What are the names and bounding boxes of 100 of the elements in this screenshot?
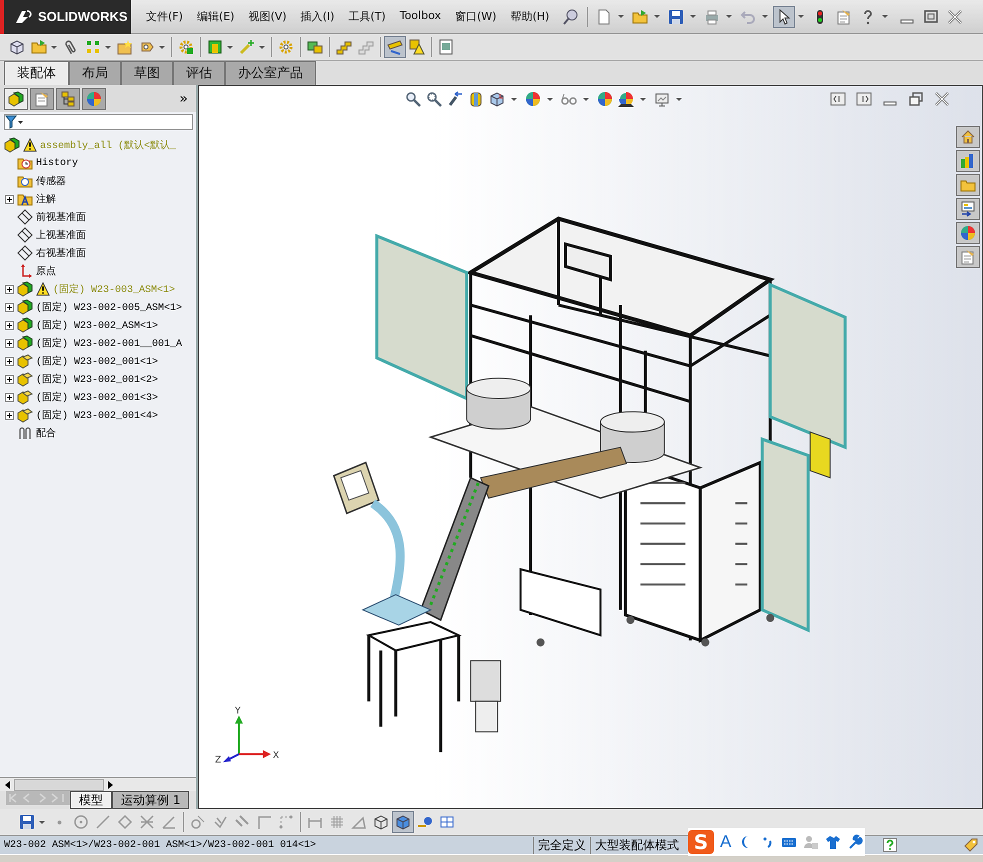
tree-item[interactable]: 注解 xyxy=(36,192,56,206)
close-icon[interactable] xyxy=(947,8,964,24)
dropdown-caret-icon[interactable] xyxy=(726,15,732,18)
scroll-right-arrow-icon[interactable] xyxy=(106,780,114,788)
tree-item[interactable]: 前视基准面 xyxy=(36,210,86,224)
dropdown-caret-icon[interactable] xyxy=(690,15,696,18)
help-icon[interactable] xyxy=(883,838,897,852)
expand-toggle[interactable] xyxy=(4,338,14,348)
dropdown-caret-icon[interactable] xyxy=(51,46,57,48)
tree-item[interactable]: (固定) W23-002_ASM<1> xyxy=(36,318,158,332)
tile-right-icon[interactable] xyxy=(856,91,872,107)
tree-item[interactable]: 传感器 xyxy=(36,174,66,188)
tree-item[interactable]: (固定) W23-002-001__001_A xyxy=(36,336,182,350)
menu-item[interactable]: Toolbox xyxy=(392,9,448,24)
command-tab[interactable]: 草图 xyxy=(121,61,173,85)
dropdown-caret-icon[interactable] xyxy=(546,98,552,100)
appearance-ball-icon[interactable] xyxy=(596,91,612,107)
home-tab[interactable] xyxy=(956,126,980,148)
scroll-left-arrow-icon[interactable] xyxy=(4,780,12,788)
wrench-icon[interactable] xyxy=(847,834,864,850)
dropdown-caret-icon[interactable] xyxy=(582,98,588,100)
previous-view-icon[interactable] xyxy=(446,91,462,107)
dropdown-caret-icon[interactable] xyxy=(259,46,265,48)
command-tab[interactable]: 评估 xyxy=(173,61,225,85)
model-tab[interactable]: 运动算例 1 xyxy=(112,791,190,809)
assembly-tree-tab[interactable] xyxy=(4,88,28,110)
file-explorer-tab[interactable] xyxy=(956,198,980,220)
expand-toggle[interactable] xyxy=(4,320,14,330)
glasses-icon[interactable] xyxy=(560,91,576,107)
dropdown-caret-icon[interactable] xyxy=(882,15,888,18)
tree-item[interactable]: (固定) W23-002_001<2> xyxy=(36,372,158,386)
shaded-cube-button[interactable] xyxy=(392,811,414,833)
table-icon xyxy=(439,814,455,830)
command-tab[interactable]: 办公室产品 xyxy=(225,61,316,85)
tree-item[interactable]: 原点 xyxy=(36,264,56,278)
dropdown-caret-icon[interactable] xyxy=(39,820,45,824)
dropdown-caret-icon[interactable] xyxy=(676,98,682,100)
ruler-button[interactable] xyxy=(384,36,406,58)
warning-icon xyxy=(409,39,425,55)
tag-icon[interactable] xyxy=(963,837,979,853)
pattern-icon xyxy=(85,39,101,55)
dropdown-caret-icon[interactable] xyxy=(640,98,646,100)
tree-item[interactable]: 配合 xyxy=(36,426,56,440)
zoom-icon[interactable] xyxy=(404,91,420,107)
dropdown-caret-icon[interactable] xyxy=(618,15,624,18)
expand-toggle[interactable] xyxy=(4,374,14,384)
horizontal-scrollbar[interactable] xyxy=(0,777,196,791)
dropdown-caret-icon[interactable] xyxy=(654,15,660,18)
expand-toggle[interactable] xyxy=(4,410,14,420)
dropdown-caret-icon[interactable] xyxy=(762,15,768,18)
monitor-icon[interactable] xyxy=(654,91,670,107)
filter-field[interactable] xyxy=(4,114,193,130)
explode-icon xyxy=(307,39,323,55)
configuration-tab[interactable] xyxy=(56,88,80,110)
dropdown-caret-icon[interactable] xyxy=(510,98,516,100)
tree-item[interactable]: History xyxy=(36,158,78,168)
dropdown-caret-icon[interactable] xyxy=(798,15,804,18)
command-tab[interactable]: 装配体 xyxy=(4,61,69,85)
books-tab[interactable] xyxy=(956,150,980,172)
maximize-icon[interactable] xyxy=(923,8,940,24)
menu-item[interactable]: 文件(F) xyxy=(139,9,190,24)
clipboard-tab[interactable] xyxy=(956,246,980,268)
tile-left-icon[interactable] xyxy=(830,91,846,107)
assembly-icon xyxy=(17,335,33,351)
tree-item[interactable]: 右视基准面 xyxy=(36,246,86,260)
shirt-icon[interactable] xyxy=(825,834,842,850)
section-view-icon[interactable] xyxy=(468,91,484,107)
restore-icon[interactable] xyxy=(908,91,924,107)
cursor-arrow-button[interactable] xyxy=(773,6,796,28)
tree-item[interactable]: (固定) W23-002-005_ASM<1> xyxy=(36,300,182,314)
scene-icon[interactable] xyxy=(618,91,634,107)
model-tab[interactable]: 模型 xyxy=(70,791,112,809)
tree-item[interactable]: (固定) W23-002_001<1> xyxy=(36,354,158,368)
dropdown-caret-icon[interactable] xyxy=(227,46,233,48)
brand-name: SOLIDWORKS xyxy=(38,9,128,24)
dropdown-caret-icon[interactable] xyxy=(105,46,111,48)
property-sheet-tab[interactable] xyxy=(30,88,54,110)
menu-item[interactable]: 帮助(H) xyxy=(503,9,556,24)
close-icon[interactable] xyxy=(934,91,950,107)
zoom-area-icon[interactable] xyxy=(426,91,442,107)
view-cube-icon[interactable] xyxy=(488,91,504,107)
tree-item[interactable]: 上视基准面 xyxy=(36,228,86,242)
display-manager-tab[interactable] xyxy=(82,88,106,110)
tree-item[interactable]: (固定) W23-002_001<4> xyxy=(36,408,158,422)
menu-item[interactable]: 编辑(E) xyxy=(190,9,242,24)
expand-toggle[interactable] xyxy=(4,194,14,204)
menu-item[interactable]: 窗口(W) xyxy=(448,9,504,24)
menu-item[interactable]: 工具(T) xyxy=(341,9,393,24)
display-manager-icon[interactable] xyxy=(524,91,540,107)
expand-toggle[interactable] xyxy=(4,302,14,312)
expand-toggle[interactable] xyxy=(4,284,14,294)
menu-item[interactable]: 插入(I) xyxy=(294,9,342,24)
command-tab[interactable]: 布局 xyxy=(69,61,121,85)
expand-toggle[interactable] xyxy=(4,392,14,402)
expand-panel-button[interactable]: » xyxy=(175,90,192,106)
ime-mode-button[interactable]: A xyxy=(720,832,732,852)
dropdown-caret-icon[interactable] xyxy=(159,46,165,48)
menu-item[interactable]: 视图(V) xyxy=(241,9,294,24)
tree-item[interactable]: (固定) W23-002_001<3> xyxy=(36,390,158,404)
expand-toggle[interactable] xyxy=(4,356,14,366)
